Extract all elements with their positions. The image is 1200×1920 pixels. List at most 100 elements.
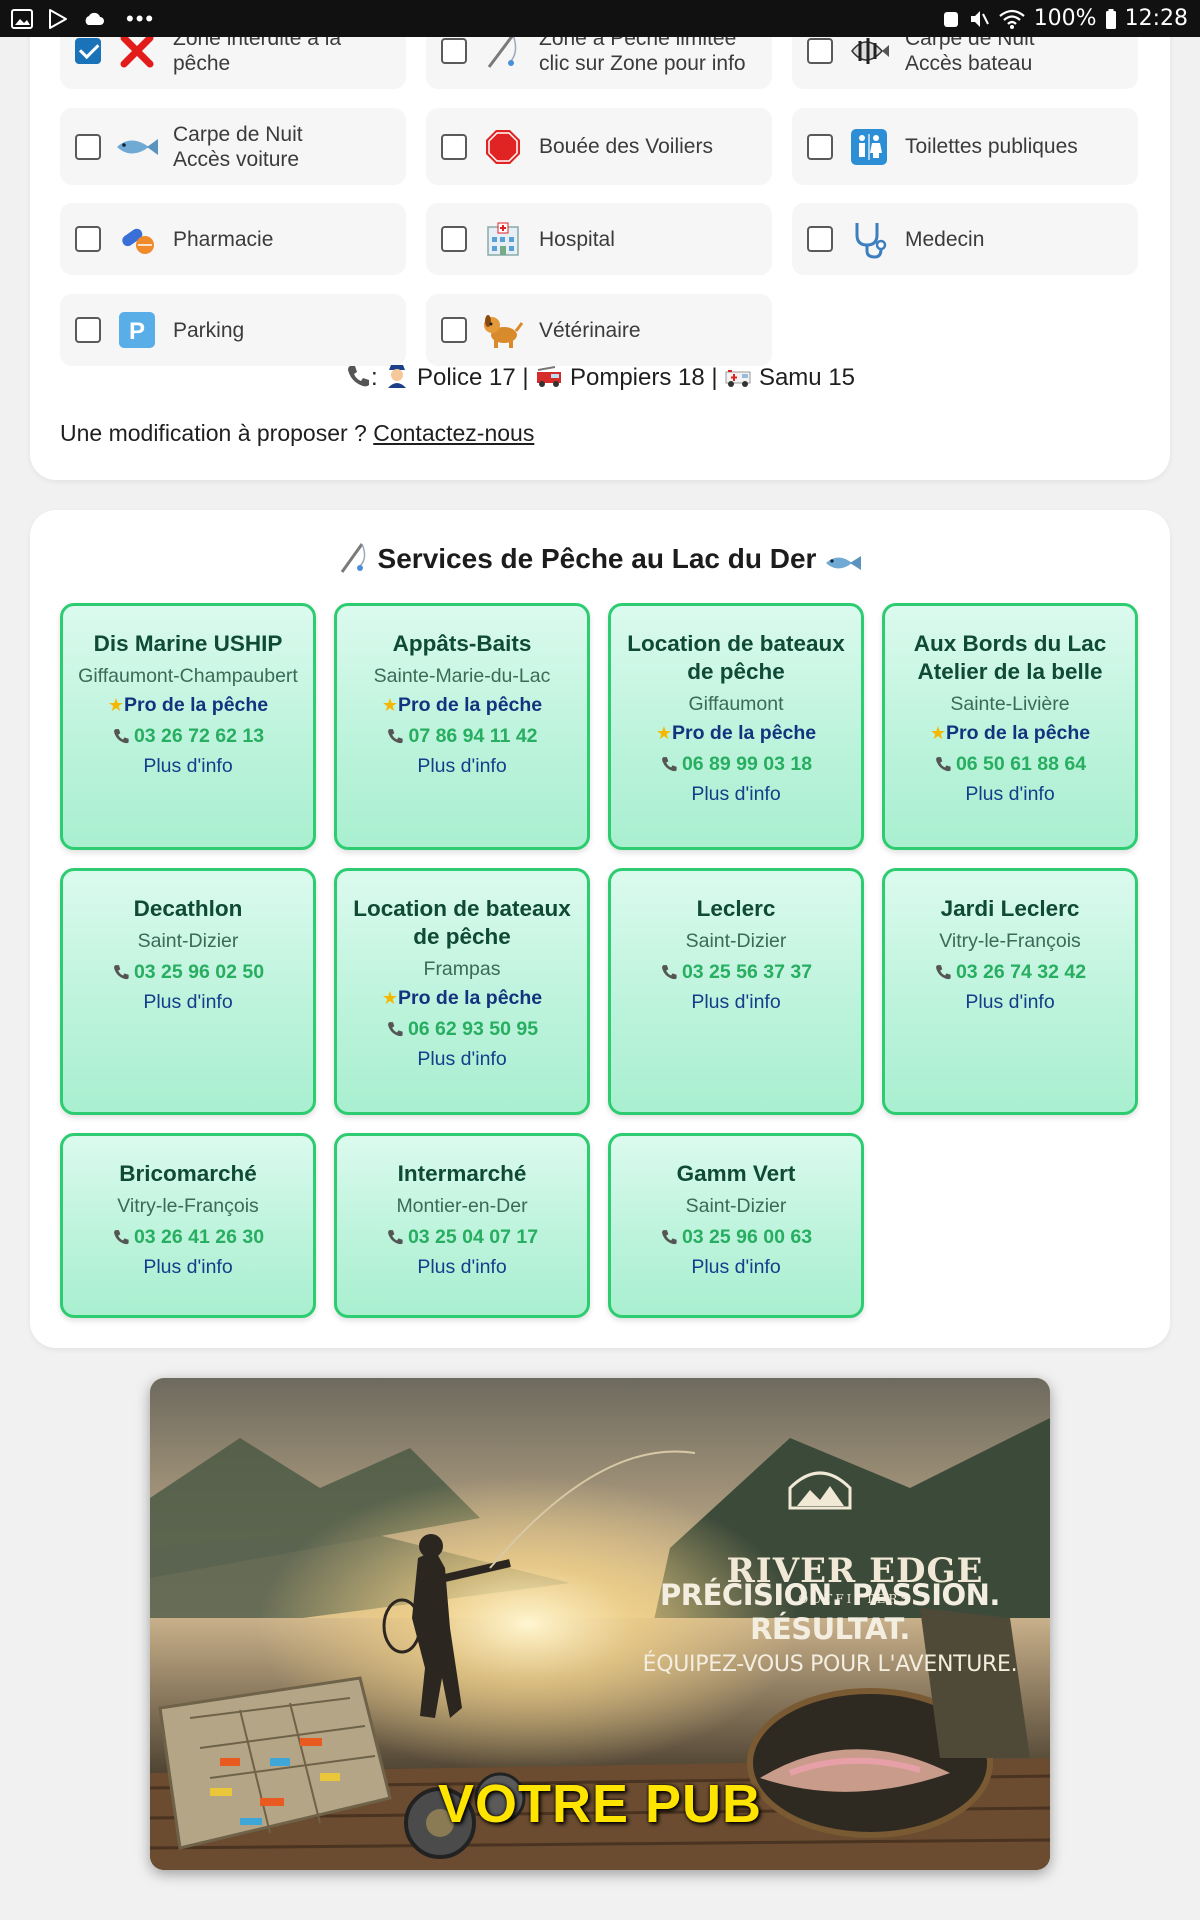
contact-prefix: Une modification à proposer ? <box>60 420 367 446</box>
service-name: Appâts-Baits <box>392 631 532 656</box>
option-hospital[interactable]: Hospital <box>426 203 772 275</box>
more-info-link[interactable]: Plus d'info <box>885 783 1135 806</box>
more-info-link[interactable]: Plus d'info <box>63 991 313 1014</box>
more-info-link[interactable]: Plus d'info <box>611 991 861 1014</box>
dog-icon <box>481 310 525 350</box>
option-medecin[interactable]: Medecin <box>792 203 1138 275</box>
phone-number[interactable]: 03 25 04 07 17 <box>408 1226 538 1248</box>
more-info-link[interactable]: Plus d'info <box>337 755 587 778</box>
emergency-colon: : <box>370 364 378 391</box>
ad-banner[interactable]: RIVER EDGE OUTFITTERS PRÉCISION. PASSION… <box>150 1378 1050 1870</box>
separator: | <box>522 364 529 391</box>
option-toilettes[interactable]: Toilettes publiques <box>792 108 1138 185</box>
service-card[interactable]: Decathlon Saint-Dizier 03 25 96 02 50 Pl… <box>60 868 316 1115</box>
service-phone[interactable]: 07 86 94 11 42 <box>337 725 587 748</box>
checkbox-checked[interactable] <box>75 37 101 64</box>
option-bouee-voiliers[interactable]: Bouée des Voiliers <box>426 108 772 185</box>
phone-number[interactable]: 03 26 41 26 30 <box>134 1226 264 1248</box>
police-officer-icon <box>388 365 407 388</box>
phone-icon <box>388 1230 403 1245</box>
service-phone[interactable]: 03 25 96 00 63 <box>611 1226 861 1249</box>
services-title: Services de Pêche au Lac du Der <box>30 540 1170 575</box>
service-card[interactable]: Intermarché Montier-en-Der 03 25 04 07 1… <box>334 1133 590 1318</box>
mute-icon <box>970 10 989 27</box>
star-icon: ★ <box>381 695 398 715</box>
option-pharmacie[interactable]: Pharmacie <box>60 203 406 275</box>
service-card[interactable]: Bricomarché Vitry-le-François 03 26 41 2… <box>60 1133 316 1318</box>
service-city: Sainte-Marie-du-Lac <box>373 665 551 687</box>
emergency-numbers: : Police 17 | Pompiers 18 | Samu 15 <box>0 362 1200 392</box>
service-phone[interactable]: 06 62 93 50 95 <box>337 1018 587 1041</box>
service-card[interactable]: Gamm Vert Saint-Dizier 03 25 96 00 63 Pl… <box>608 1133 864 1318</box>
service-name: Aux Bords du Lac Atelier de la belle <box>913 631 1107 684</box>
checkbox[interactable] <box>807 37 833 64</box>
checkbox[interactable] <box>807 133 833 160</box>
checkbox[interactable] <box>441 317 467 343</box>
option-label: Carpe de Nuit Accès voiture <box>173 122 303 171</box>
fish-icon <box>115 127 159 167</box>
police-number[interactable]: Police 17 <box>417 364 516 391</box>
service-card[interactable]: Location de bateaux de pêche Frampas ★Pr… <box>334 868 590 1115</box>
checkbox[interactable] <box>75 133 101 160</box>
star-icon: ★ <box>107 695 124 715</box>
service-card[interactable]: Location de bateaux de pêche Giffaumont … <box>608 603 864 850</box>
samu-number[interactable]: Samu 15 <box>759 364 855 391</box>
service-city: Frampas <box>423 958 501 980</box>
checkbox[interactable] <box>75 226 101 252</box>
more-info-link[interactable]: Plus d'info <box>611 1256 861 1279</box>
phone-number[interactable]: 03 25 96 02 50 <box>134 961 264 983</box>
option-label: Parking <box>173 318 245 342</box>
service-city: Montier-en-Der <box>396 1195 528 1217</box>
service-name: Decathlon <box>133 896 243 921</box>
phone-number[interactable]: 03 25 96 00 63 <box>682 1226 812 1248</box>
ad-cta[interactable]: VOTRE PUB <box>150 1773 1050 1835</box>
service-phone[interactable]: 03 26 74 32 42 <box>885 961 1135 984</box>
more-info-link[interactable]: Plus d'info <box>63 1256 313 1279</box>
checkbox[interactable] <box>441 226 467 252</box>
service-phone[interactable]: 06 89 99 03 18 <box>611 753 861 776</box>
option-label: Toilettes publiques <box>905 135 1078 158</box>
service-card[interactable]: Jardi Leclerc Vitry-le-François 03 26 74… <box>882 868 1138 1115</box>
more-info-link[interactable]: Plus d'info <box>63 755 313 778</box>
option-label: Medecin <box>905 227 985 251</box>
contact-link[interactable]: Contactez-nous <box>373 420 534 446</box>
phone-icon <box>662 757 677 772</box>
more-info-link[interactable]: Plus d'info <box>337 1048 587 1071</box>
option-parking[interactable]: P Parking <box>60 294 406 366</box>
phone-number[interactable]: 07 86 94 11 42 <box>408 725 537 747</box>
option-carpe-nuit-voiture[interactable]: Carpe de Nuit Accès voiture <box>60 108 406 185</box>
service-phone[interactable]: 03 25 96 02 50 <box>63 961 313 984</box>
phone-number[interactable]: 03 26 72 62 13 <box>134 725 264 747</box>
checkbox[interactable] <box>75 317 101 343</box>
more-info-link[interactable]: Plus d'info <box>611 783 861 806</box>
service-phone[interactable]: 03 25 04 07 17 <box>337 1226 587 1249</box>
pompiers-number[interactable]: Pompiers 18 <box>570 364 705 391</box>
phone-number[interactable]: 03 26 74 32 42 <box>956 961 1086 983</box>
service-phone[interactable]: 06 50 61 88 64 <box>885 753 1135 776</box>
option-label: Pharmacie <box>173 227 274 251</box>
phone-icon <box>347 366 369 387</box>
phone-number[interactable]: 06 89 99 03 18 <box>682 753 812 775</box>
service-card[interactable]: Appâts-Baits Sainte-Marie-du-Lac ★Pro de… <box>334 603 590 850</box>
more-info-link[interactable]: Plus d'info <box>337 1256 587 1279</box>
phone-number[interactable]: 06 50 61 88 64 <box>956 753 1086 775</box>
pro-label: Pro de la pêche <box>398 694 543 716</box>
pro-label: Pro de la pêche <box>946 722 1091 744</box>
checkbox[interactable] <box>441 133 467 160</box>
service-phone[interactable]: 03 26 72 62 13 <box>63 725 313 748</box>
checkbox[interactable] <box>807 226 833 252</box>
parking-icon: P <box>115 310 159 350</box>
checkbox[interactable] <box>441 37 467 64</box>
service-phone[interactable]: 03 25 56 37 37 <box>611 961 861 984</box>
phone-number[interactable]: 03 25 56 37 37 <box>682 961 812 983</box>
service-phone[interactable]: 03 26 41 26 30 <box>63 1226 313 1249</box>
phone-number[interactable]: 06 62 93 50 95 <box>408 1018 538 1040</box>
service-card[interactable]: Aux Bords du Lac Atelier de la belle Sai… <box>882 603 1138 850</box>
service-card[interactable]: Leclerc Saint-Dizier 03 25 56 37 37 Plus… <box>608 868 864 1115</box>
option-veterinaire[interactable]: Vétérinaire <box>426 294 772 366</box>
more-info-link[interactable]: Plus d'info <box>885 991 1135 1014</box>
service-name: Location de bateaux de pêche <box>627 631 845 684</box>
pro-badge: ★Pro de la pêche <box>885 722 1135 745</box>
stethoscope-icon <box>847 219 891 259</box>
service-card[interactable]: Dis Marine USHIP Giffaumont-Champaubert … <box>60 603 316 850</box>
